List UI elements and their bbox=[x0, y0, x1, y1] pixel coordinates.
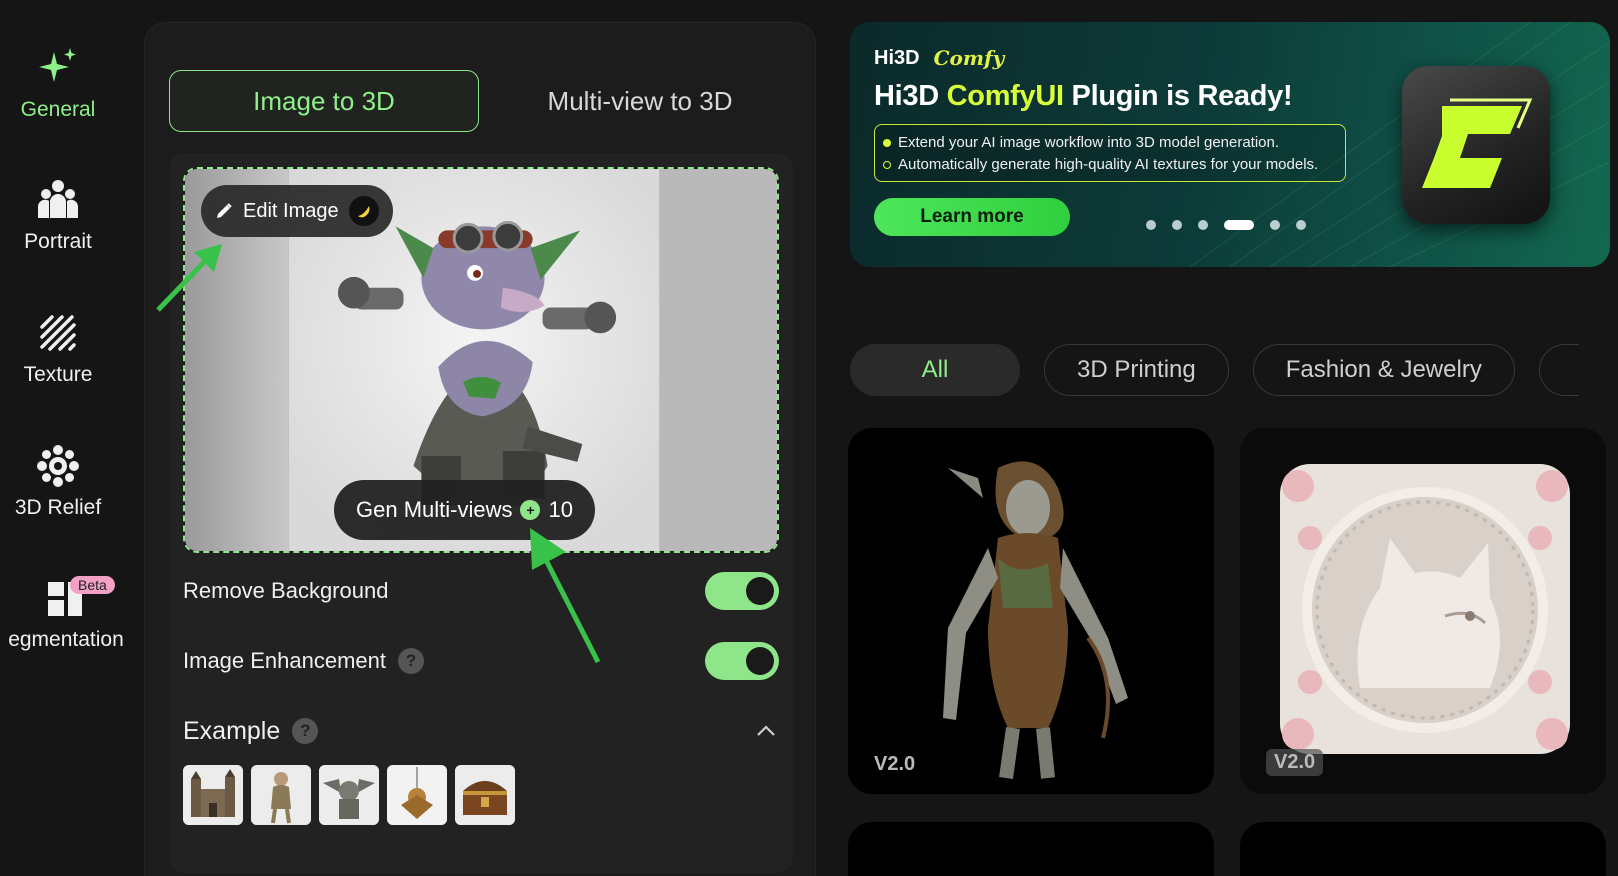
gallery-card[interactable]: V2.0 bbox=[1240, 428, 1606, 794]
image-enhancement-group: Image Enhancement ? bbox=[183, 648, 425, 674]
toggle-knob bbox=[746, 577, 774, 605]
hatch-texture-icon bbox=[36, 311, 80, 355]
filter-chip-more[interactable] bbox=[1538, 344, 1579, 396]
generation-panel: Image to 3D Multi-view to 3D Edit Image … bbox=[144, 22, 816, 876]
gallery-card-partial[interactable] bbox=[1240, 822, 1606, 876]
example-thumbnails bbox=[183, 765, 515, 825]
sidebar-item-label: General bbox=[20, 98, 96, 121]
filter-chip-all[interactable]: All bbox=[850, 344, 1020, 396]
sidebar-item-label: 3D Relief bbox=[14, 496, 102, 519]
gallery-card-partial[interactable] bbox=[848, 822, 1214, 876]
image-enhancement-row: Image Enhancement ? bbox=[183, 641, 779, 681]
sidebar-item-portrait[interactable]: Portrait bbox=[0, 178, 116, 254]
tab-multi-view-to-3d[interactable]: Multi-view to 3D bbox=[485, 70, 795, 132]
carousel-dot[interactable] bbox=[1270, 220, 1280, 230]
promo-banner[interactable]: Hi3D Comfy Hi3D ComfyUI Plugin is Ready!… bbox=[850, 22, 1610, 267]
carousel-dots bbox=[1146, 220, 1306, 230]
comfy-logo: Comfy bbox=[933, 46, 1005, 70]
bullet-dot-icon bbox=[883, 139, 891, 147]
sidebar-item-label: Texture bbox=[23, 363, 93, 386]
banner-title-highlight: ComfyUI bbox=[946, 80, 1064, 112]
tab-image-to-3d[interactable]: Image to 3D bbox=[169, 70, 479, 132]
example-thumb-pendant[interactable] bbox=[387, 765, 447, 825]
image-enhancement-label: Image Enhancement bbox=[183, 648, 387, 673]
remove-background-label: Remove Background bbox=[183, 578, 389, 603]
gen-multi-views-label: Gen Multi-views bbox=[356, 497, 513, 522]
banana-icon bbox=[348, 196, 379, 226]
sidebar: General Portrait Texture 3D Relief Beta … bbox=[0, 0, 140, 876]
example-thumb-gargoyle[interactable] bbox=[319, 765, 379, 825]
edit-image-button[interactable]: Edit Image bbox=[201, 185, 393, 237]
sidebar-item-label: egmentation bbox=[8, 628, 124, 651]
pencil-icon bbox=[217, 203, 232, 218]
model-version-badge: V2.0 bbox=[874, 753, 916, 775]
filter-chip-fashion-jewelry[interactable]: Fashion & Jewelry bbox=[1252, 344, 1515, 396]
gear-flower-icon bbox=[36, 444, 80, 488]
carousel-dot[interactable] bbox=[1296, 220, 1306, 230]
gallery-card[interactable]: V2.0 bbox=[848, 428, 1214, 794]
carousel-dot[interactable] bbox=[1172, 220, 1182, 230]
image-upload-area[interactable]: Edit Image Gen Multi-views + 10 bbox=[183, 167, 779, 553]
model-preview-cat-relief bbox=[1240, 428, 1606, 794]
sidebar-item-general[interactable]: General bbox=[0, 46, 116, 122]
carousel-dot[interactable] bbox=[1198, 220, 1208, 230]
banner-bullets: Extend your AI image workflow into 3D mo… bbox=[874, 124, 1346, 182]
app-root: General Portrait Texture 3D Relief Beta … bbox=[0, 0, 1618, 876]
example-thumb-castle[interactable] bbox=[183, 765, 243, 825]
bullet-text: Extend your AI image workflow into 3D mo… bbox=[898, 134, 1280, 151]
credit-coin-icon: + bbox=[520, 500, 541, 520]
banner-title: Hi3D ComfyUI Plugin is Ready! bbox=[874, 80, 1293, 113]
sidebar-item-label: Portrait bbox=[24, 230, 92, 253]
example-group: Example ? bbox=[183, 716, 319, 746]
people-icon bbox=[36, 178, 80, 222]
chevron-up-icon[interactable] bbox=[753, 718, 779, 744]
remove-background-row: Remove Background bbox=[183, 571, 779, 611]
carousel-dot[interactable] bbox=[1146, 220, 1156, 230]
help-icon[interactable]: ? bbox=[398, 648, 425, 674]
sidebar-item-3d-relief[interactable]: 3D Relief bbox=[0, 444, 116, 520]
model-version-badge: V2.0 bbox=[1266, 749, 1324, 776]
example-label: Example bbox=[183, 716, 281, 745]
sparkle-icon bbox=[36, 46, 80, 90]
help-icon[interactable]: ? bbox=[292, 718, 319, 744]
panel-body: Edit Image Gen Multi-views + 10 Remove B… bbox=[169, 153, 793, 873]
example-thumb-treasure-chest[interactable] bbox=[455, 765, 515, 825]
annotation-arrow bbox=[530, 528, 601, 664]
sidebar-item-texture[interactable]: Texture bbox=[0, 311, 116, 387]
banner-bullet: Automatically generate high-quality AI t… bbox=[883, 154, 1337, 176]
remove-background-toggle[interactable] bbox=[705, 572, 779, 610]
beta-badge: Beta bbox=[70, 576, 115, 594]
carousel-dot-active[interactable] bbox=[1224, 220, 1254, 230]
bullet-text: Automatically generate high-quality AI t… bbox=[898, 156, 1319, 173]
banner-brand: Hi3D Comfy bbox=[874, 46, 1004, 70]
bullet-dot-icon bbox=[883, 161, 891, 169]
filter-chip-3d-printing[interactable]: 3D Printing bbox=[1044, 344, 1229, 396]
banner-title-prefix: Hi3D bbox=[874, 80, 947, 112]
example-row: Example ? bbox=[183, 711, 779, 751]
edit-image-label: Edit Image bbox=[243, 199, 339, 222]
category-filters: All 3D Printing Fashion & Jewelry bbox=[850, 344, 1579, 396]
image-enhancement-toggle[interactable] bbox=[705, 642, 779, 680]
toggle-knob bbox=[746, 647, 774, 675]
banner-title-suffix: Plugin is Ready! bbox=[1063, 80, 1293, 112]
banner-bullet: Extend your AI image workflow into 3D mo… bbox=[883, 132, 1337, 154]
learn-more-button[interactable]: Learn more bbox=[874, 198, 1070, 236]
model-preview-nymph bbox=[848, 428, 1214, 794]
comfyui-app-icon bbox=[1402, 66, 1550, 224]
sidebar-item-segmentation[interactable]: Beta egmentation bbox=[8, 576, 124, 652]
annotation-arrow bbox=[156, 244, 222, 312]
example-thumb-elf-figure[interactable] bbox=[251, 765, 311, 825]
hi3d-logo: Hi3D bbox=[874, 46, 920, 69]
